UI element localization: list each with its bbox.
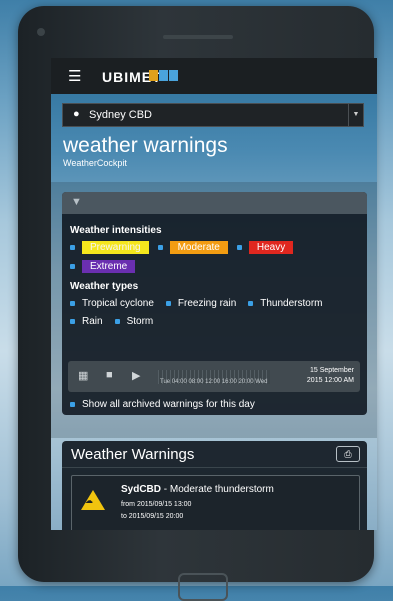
hamburger-menu-icon[interactable]: ☰ <box>68 67 81 85</box>
warning-from: from 2015/09/15 13:00 <box>121 501 192 508</box>
checkbox[interactable] <box>70 264 75 269</box>
phone-frame: ☰ UBIMET ● Sydney CBD ▼ weather warnings… <box>18 6 377 601</box>
map-pin-icon: ● <box>73 108 80 120</box>
checkbox[interactable] <box>236 245 242 250</box>
weather-warnings-panel: Weather Warnings ⎙ ☁ SydCBD - Moderate t… <box>62 441 367 530</box>
intensities-row-2: Extreme <box>70 260 144 273</box>
archive-toggle[interactable]: Show all archived warnings for this day <box>70 399 255 410</box>
checkbox[interactable] <box>157 245 163 250</box>
intensities-heading: Weather intensities <box>70 225 162 236</box>
checkbox[interactable] <box>165 301 171 306</box>
types-row-2: Rain Storm <box>70 316 165 327</box>
location-select[interactable]: ● Sydney CBD ▼ <box>62 103 364 127</box>
checkbox[interactable] <box>70 245 75 250</box>
warning-code: SydCBD <box>121 484 162 495</box>
type-thunderstorm[interactable]: Thunderstorm <box>260 298 322 309</box>
stop-icon[interactable]: ■ <box>106 369 113 381</box>
filter-icon[interactable]: ▼ <box>71 196 82 208</box>
app-bar: ☰ UBIMET <box>51 58 377 94</box>
logo-squares <box>149 70 178 81</box>
type-freezing-rain[interactable]: Freezing rain <box>178 298 236 309</box>
warnings-header: Weather Warnings ⎙ <box>62 441 367 468</box>
storm-cloud-icon: ☁ <box>85 496 93 505</box>
warnings-title: Weather Warnings <box>71 446 195 463</box>
location-value: Sydney CBD <box>89 109 152 121</box>
filter-panel-header: ▼ <box>62 192 367 214</box>
date-line-2: 2015 12:00 AM <box>306 377 354 384</box>
play-icon[interactable]: ▶ <box>132 369 140 382</box>
intensity-prewarning[interactable]: Prewarning <box>82 241 149 254</box>
intensity-extreme[interactable]: Extreme <box>82 260 136 273</box>
intensity-moderate[interactable]: Moderate <box>169 241 228 254</box>
warning-to: to 2015/09/15 20:00 <box>121 513 184 520</box>
type-rain[interactable]: Rain <box>82 316 103 327</box>
speaker-grille <box>163 35 233 39</box>
checkbox[interactable] <box>70 301 75 306</box>
types-row-1: Tropical cyclone Freezing rain Thunderst… <box>70 298 335 309</box>
type-storm[interactable]: Storm <box>127 316 154 327</box>
warning-description: - Moderate thunderstorm <box>161 484 274 495</box>
warning-title: SydCBD - Moderate thunderstorm <box>121 484 274 495</box>
home-button[interactable] <box>178 573 228 601</box>
date-line-1: 15 September <box>310 367 354 374</box>
page-subtitle: WeatherCockpit <box>63 158 127 168</box>
checkbox[interactable] <box>248 301 254 306</box>
checkbox[interactable] <box>70 402 75 407</box>
app-screen: ☰ UBIMET ● Sydney CBD ▼ weather warnings… <box>51 58 377 530</box>
print-icon[interactable]: ⎙ <box>336 446 360 462</box>
timeline-labels: Tue 04:00 08:00 12:00 16:00 20:00 Wed <box>160 379 268 385</box>
page-title: weather warnings <box>63 134 228 157</box>
checkbox[interactable] <box>70 319 75 324</box>
intensity-heavy[interactable]: Heavy <box>248 241 294 254</box>
archive-label: Show all archived warnings for this day <box>82 399 255 410</box>
type-tropical-cyclone[interactable]: Tropical cyclone <box>82 298 154 309</box>
chevron-down-icon[interactable]: ▼ <box>348 104 363 126</box>
calendar-icon[interactable]: ▦ <box>78 369 88 382</box>
filter-panel: ▼ Weather intensities Prewarning Moderat… <box>62 192 367 415</box>
timeline-player: ▦ ■ ▶ Tue 04:00 08:00 12:00 16:00 20:00 … <box>68 361 360 392</box>
types-heading: Weather types <box>70 281 139 292</box>
timeline-date: 15 September 2015 12:00 AM <box>307 366 354 386</box>
camera-icon <box>37 28 45 36</box>
intensities-row-1: Prewarning Moderate Heavy <box>70 241 302 254</box>
warning-item[interactable]: ☁ SydCBD - Moderate thunderstorm from 20… <box>71 475 360 530</box>
checkbox[interactable] <box>114 319 120 324</box>
